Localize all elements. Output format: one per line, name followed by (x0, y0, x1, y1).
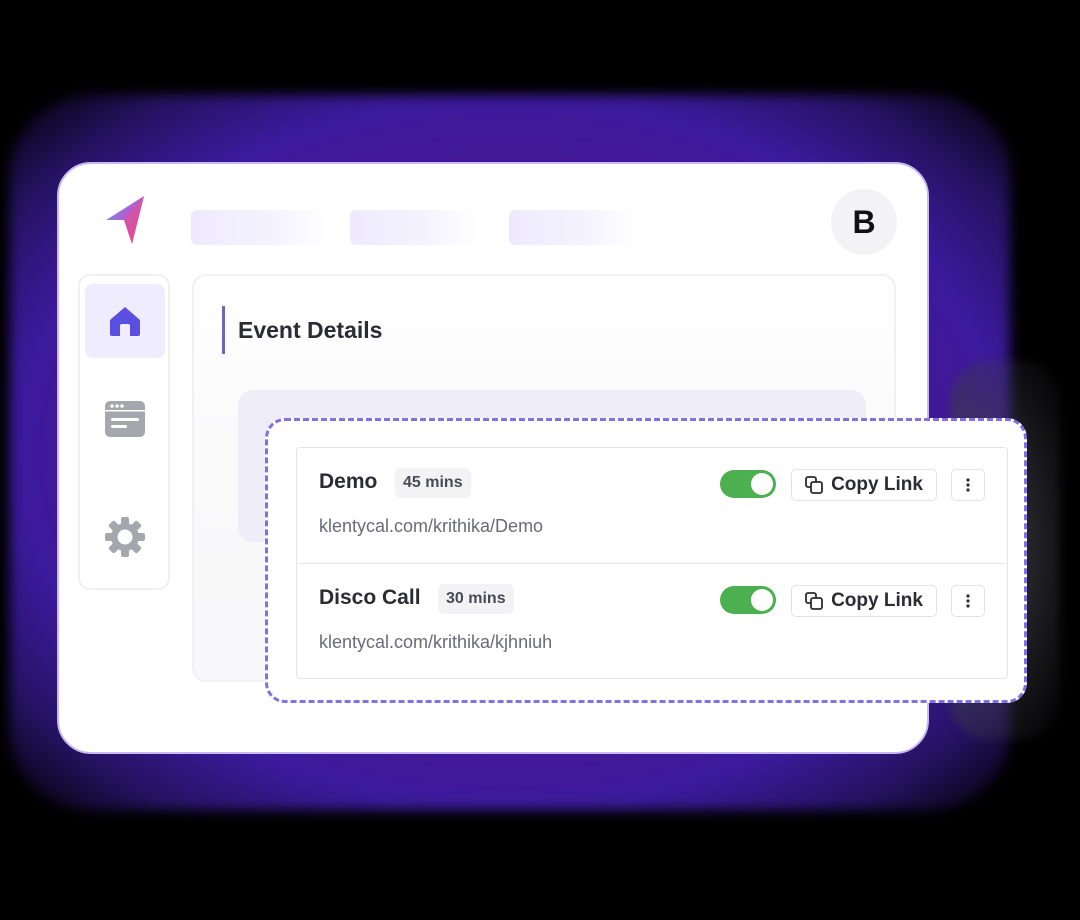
event-url[interactable]: klentycal.com/krithika/kjhniuh (319, 632, 552, 653)
copy-icon (805, 476, 823, 494)
event-enabled-toggle[interactable] (720, 470, 776, 498)
more-vertical-icon (966, 478, 970, 492)
nav-placeholder-1 (191, 210, 331, 245)
sidebar-item-home[interactable] (85, 284, 165, 358)
event-row: Disco Call 30 mins klentycal.com/krithik… (297, 563, 1007, 678)
toggle-knob (751, 473, 773, 495)
more-options-button[interactable] (951, 469, 985, 501)
sidebar-item-browser[interactable] (85, 382, 165, 456)
event-row: Demo 45 mins klentycal.com/krithika/Demo… (297, 448, 1007, 563)
paper-plane-logo-icon (106, 196, 144, 244)
page-title: Event Details (222, 306, 382, 354)
nav-placeholder-2 (350, 210, 480, 245)
more-options-button[interactable] (951, 585, 985, 617)
gear-icon (105, 517, 145, 557)
events-popup: Demo 45 mins klentycal.com/krithika/Demo… (265, 418, 1027, 703)
toggle-knob (751, 589, 773, 611)
copy-link-button[interactable]: Copy Link (791, 469, 937, 501)
copy-icon (805, 592, 823, 610)
event-list: Demo 45 mins klentycal.com/krithika/Demo… (296, 447, 1008, 679)
sidebar (78, 274, 170, 590)
event-name: Disco Call (319, 586, 421, 609)
copy-link-button[interactable]: Copy Link (791, 585, 937, 617)
event-url[interactable]: klentycal.com/krithika/Demo (319, 516, 543, 537)
event-enabled-toggle[interactable] (720, 586, 776, 614)
copy-link-label: Copy Link (831, 590, 923, 611)
duration-badge: 30 mins (438, 584, 514, 614)
nav-placeholder-3 (509, 210, 639, 245)
copy-link-label: Copy Link (831, 474, 923, 495)
user-avatar[interactable]: B (831, 189, 897, 255)
browser-window-icon (105, 401, 145, 437)
duration-badge: 45 mins (395, 468, 471, 498)
more-vertical-icon (966, 594, 970, 608)
home-icon (110, 307, 140, 336)
event-name: Demo (319, 470, 378, 493)
sidebar-item-settings[interactable] (85, 500, 165, 574)
